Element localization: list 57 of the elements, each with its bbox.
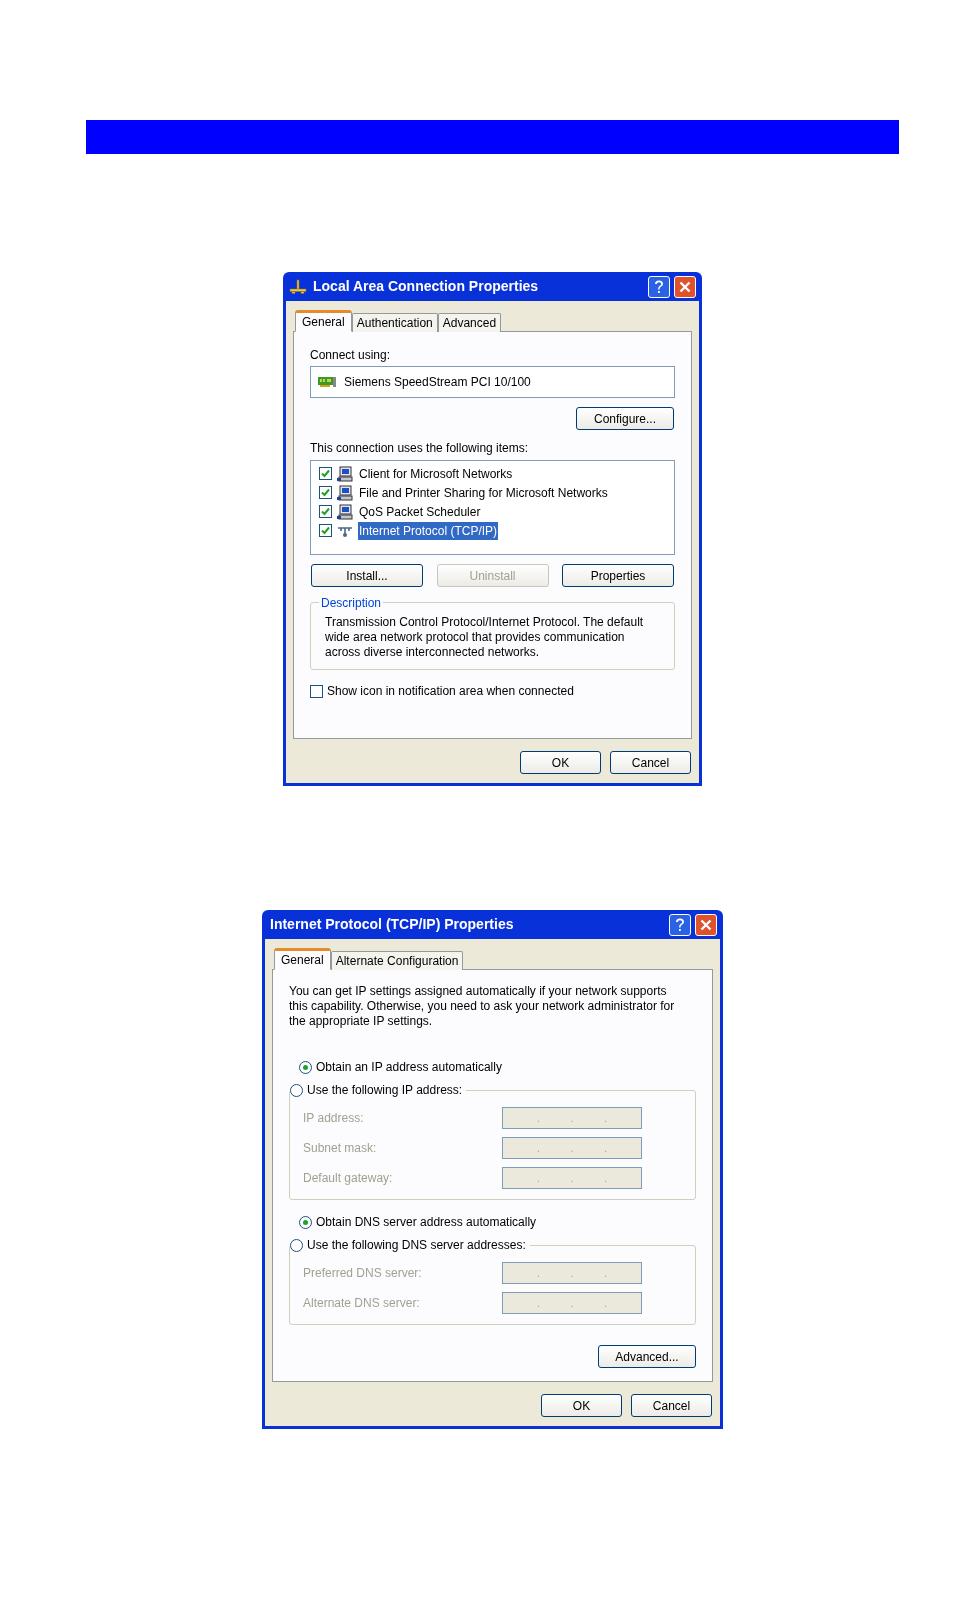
help-icon	[653, 278, 665, 295]
tab[interactable]: Alternate Configuration	[330, 951, 464, 970]
checkbox[interactable]	[319, 505, 332, 518]
label: This connection uses the following items:	[310, 440, 530, 454]
radio-button[interactable]	[299, 1060, 312, 1074]
checkbox[interactable]	[319, 524, 332, 537]
tab[interactable]: General	[295, 310, 352, 332]
button[interactable]: Install...	[311, 564, 423, 587]
tab[interactable]: Authentication	[351, 313, 438, 332]
button[interactable]: Cancel	[631, 1394, 712, 1417]
radio-label: Use the following DNS server addresses:	[307, 1237, 526, 1254]
tab[interactable]: Advanced	[437, 313, 502, 332]
description-text: Transmission Control Protocol/Internet Protocol. The default wide area network protocol that provides communication across diverse interconnected networks.	[325, 615, 645, 660]
radio-button[interactable]	[299, 1215, 312, 1229]
close-icon	[679, 280, 691, 293]
window-title: Internet Protocol (TCP/IP) Properties	[270, 915, 515, 934]
button[interactable]: Cancel	[610, 751, 691, 774]
list-item[interactable]: QoS Packet Scheduler	[358, 502, 482, 521]
field-label: Default gateway:	[303, 1170, 394, 1187]
button[interactable]: Advanced...	[598, 1345, 696, 1368]
computer-icon	[337, 465, 353, 482]
checkbox[interactable]	[310, 684, 323, 698]
field-label: Alternate DNS server:	[303, 1295, 421, 1312]
radio-label: Obtain DNS server address automatically	[316, 1214, 537, 1231]
radio-label: Use the following IP address:	[307, 1082, 463, 1099]
close-icon	[700, 918, 712, 931]
button[interactable]: OK	[541, 1394, 622, 1417]
button[interactable]: OK	[520, 751, 601, 774]
field-label: Preferred DNS server:	[303, 1265, 423, 1282]
checkbox[interactable]	[319, 486, 332, 499]
network-card-icon	[318, 376, 336, 388]
list-item[interactable]: Internet Protocol (TCP/IP)	[358, 521, 499, 540]
network-protocol-icon	[337, 524, 353, 537]
field-label: IP address:	[303, 1110, 365, 1127]
intro-text: You can get IP settings assigned automatically if your network supports this capability. Otherwise, you need to ask your network administrator for the appropriate IP settings.	[289, 984, 676, 1029]
label: Connect using:	[310, 347, 392, 361]
close-button[interactable]	[674, 275, 696, 298]
adapter-name: Siemens SpeedStream PCI 10/100	[344, 374, 531, 391]
button[interactable]: Properties	[562, 564, 674, 587]
field-label: Subnet mask:	[303, 1140, 378, 1157]
close-button[interactable]	[695, 913, 717, 936]
checkbox[interactable]	[319, 467, 332, 480]
help-button[interactable]	[669, 913, 691, 936]
tab[interactable]: General	[274, 948, 331, 970]
button[interactable]: Configure...	[576, 407, 674, 430]
radio-button[interactable]	[290, 1083, 303, 1097]
help-icon	[674, 916, 686, 933]
radio-label: Obtain an IP address automatically	[316, 1059, 502, 1076]
network-icon	[289, 278, 307, 295]
list-item[interactable]: File and Printer Sharing for Microsoft Networks	[358, 483, 609, 502]
checkbox-label: Show icon in notification area when connected	[327, 683, 574, 700]
list-item[interactable]: Client for Microsoft Networks	[358, 464, 514, 483]
help-button[interactable]	[648, 275, 670, 298]
window-title: Local Area Connection Properties	[313, 277, 540, 296]
computer-icon	[337, 503, 353, 520]
radio-button[interactable]	[290, 1238, 303, 1252]
computer-icon	[337, 484, 353, 501]
